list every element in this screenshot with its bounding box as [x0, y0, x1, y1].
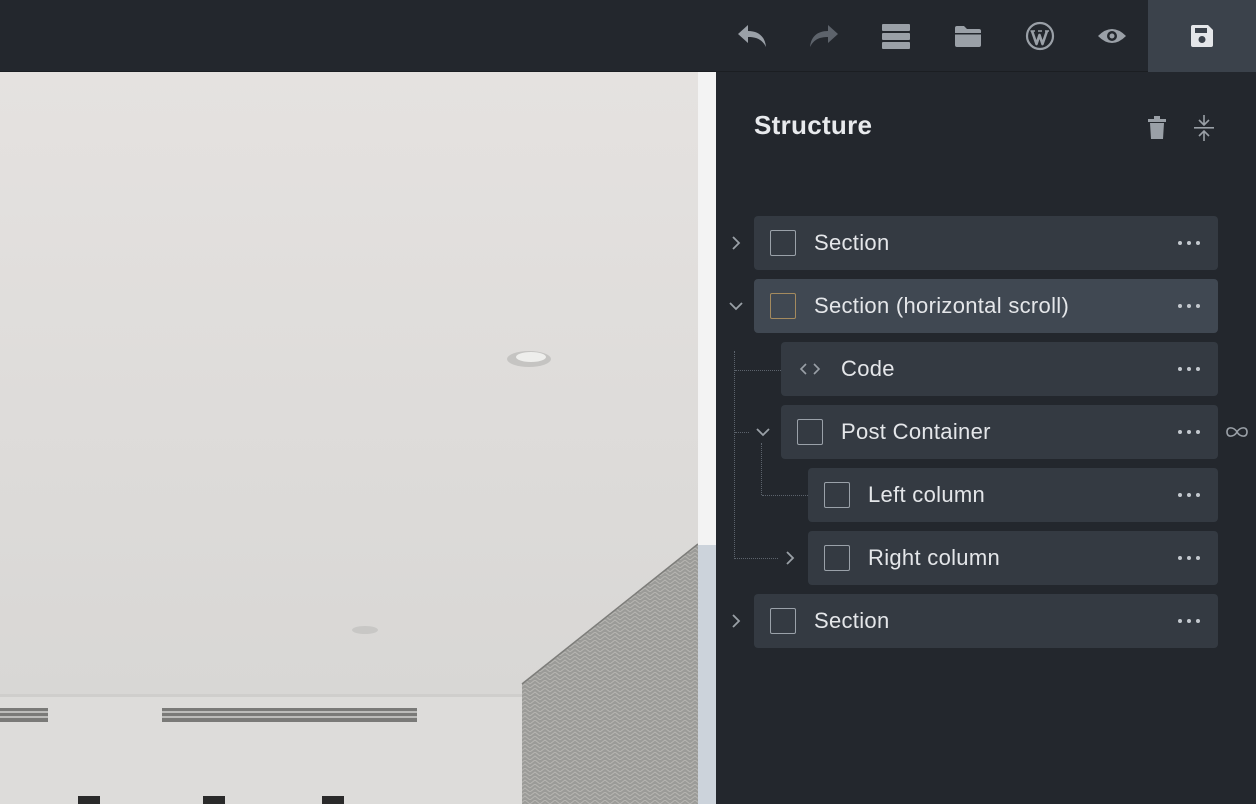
- more-options-icon[interactable]: [1178, 301, 1200, 311]
- chevron-right-icon: [732, 236, 741, 250]
- loop-icon: [1224, 423, 1250, 441]
- code-icon: [797, 356, 823, 382]
- panel-title: Structure: [754, 110, 873, 140]
- expand-chevron[interactable]: [780, 548, 800, 568]
- canvas-scrollbar[interactable]: [698, 72, 716, 804]
- structure-panel: Structure Section Section (horizontal sc…: [716, 72, 1256, 804]
- collapse-chevron[interactable]: [726, 296, 746, 316]
- element-checkbox-icon: [770, 608, 796, 634]
- collapse-icon: [1194, 115, 1214, 141]
- structure-item-left-column[interactable]: Left column: [808, 468, 1218, 522]
- expand-chevron[interactable]: [726, 233, 746, 253]
- redo-button[interactable]: [788, 0, 860, 72]
- chevron-right-icon: [732, 614, 741, 628]
- structure-button[interactable]: [860, 0, 932, 72]
- structure-item-code[interactable]: Code: [781, 342, 1218, 396]
- templates-button[interactable]: [932, 0, 1004, 72]
- trash-icon: [1148, 116, 1166, 139]
- structure-item-section[interactable]: Section: [754, 594, 1218, 648]
- structure-item-right-column[interactable]: Right column: [808, 531, 1218, 585]
- more-options-icon[interactable]: [1178, 616, 1200, 626]
- structure-item-label: Post Container: [841, 419, 991, 444]
- canvas-preview: [0, 72, 698, 804]
- tree-guide-line: [735, 370, 781, 371]
- structure-item-section-horizontal-scroll[interactable]: Section (horizontal scroll): [754, 279, 1218, 333]
- element-checkbox-icon: [770, 293, 796, 319]
- element-checkbox-icon: [824, 545, 850, 571]
- wordpress-button[interactable]: [1004, 0, 1076, 72]
- structure-item-label: Section: [814, 230, 890, 255]
- structure-item-label: Section (horizontal scroll): [814, 293, 1070, 318]
- preview-button[interactable]: [1076, 0, 1148, 72]
- more-options-icon[interactable]: [1178, 427, 1200, 437]
- chevron-right-icon: [786, 551, 795, 565]
- element-checkbox-icon: [770, 230, 796, 256]
- more-options-icon[interactable]: [1178, 490, 1200, 500]
- wordpress-icon: [1025, 21, 1055, 51]
- more-options-icon[interactable]: [1178, 553, 1200, 563]
- preview-image: [0, 72, 698, 804]
- undo-icon: [738, 25, 766, 47]
- undo-button[interactable]: [716, 0, 788, 72]
- structure-item-section[interactable]: Section: [754, 216, 1218, 270]
- collapse-all-button[interactable]: [1192, 114, 1216, 142]
- save-button[interactable]: [1148, 0, 1256, 72]
- expand-chevron[interactable]: [726, 611, 746, 631]
- structure-item-label: Right column: [868, 545, 1000, 570]
- eye-icon: [1098, 29, 1126, 43]
- structure-item-label: Left column: [868, 482, 986, 507]
- element-checkbox-icon: [824, 482, 850, 508]
- redo-icon: [810, 25, 838, 47]
- save-icon: [1191, 25, 1213, 47]
- element-checkbox-icon: [797, 419, 823, 445]
- folder-icon: [955, 26, 981, 47]
- top-toolbar: [0, 0, 1256, 72]
- chevron-down-icon: [729, 302, 743, 311]
- collapse-chevron[interactable]: [753, 422, 773, 442]
- structure-item-post-container[interactable]: Post Container: [781, 405, 1218, 459]
- more-options-icon[interactable]: [1178, 364, 1200, 374]
- more-options-icon[interactable]: [1178, 238, 1200, 248]
- tree-guide-line: [762, 495, 808, 496]
- tree-guide-line: [761, 443, 762, 495]
- chevron-down-icon: [756, 428, 770, 437]
- layers-icon: [882, 24, 910, 49]
- scrollbar-thumb[interactable]: [698, 545, 716, 804]
- structure-item-label: Section: [814, 608, 890, 633]
- delete-all-button[interactable]: [1145, 114, 1169, 142]
- tree-guide-line: [735, 432, 749, 433]
- structure-item-label: Code: [841, 356, 895, 381]
- tree-guide-line: [735, 558, 778, 559]
- tree-guide-line: [734, 351, 735, 559]
